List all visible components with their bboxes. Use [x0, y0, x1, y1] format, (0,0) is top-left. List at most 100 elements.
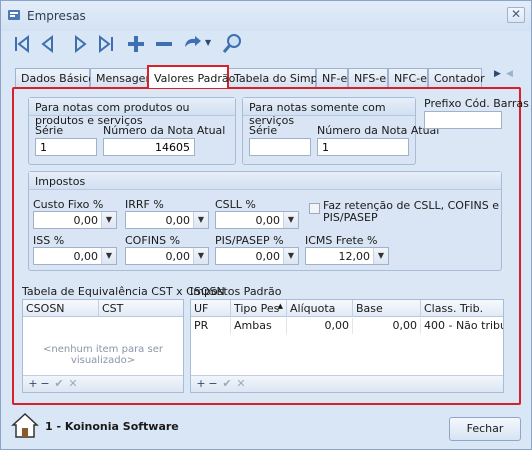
- column-header-csosn[interactable]: CSOSN: [23, 300, 99, 317]
- nav-remove-icon[interactable]: −: [207, 377, 219, 391]
- search-icon[interactable]: [221, 33, 243, 55]
- nav-add-icon[interactable]: +: [27, 377, 39, 391]
- cell-uf: PR: [191, 318, 231, 334]
- tipo-pes-label: Tipo Pes: [234, 302, 280, 315]
- dropdown-icon[interactable]: ▼: [283, 212, 298, 228]
- barcode-input[interactable]: [424, 111, 502, 129]
- cst-table-nav: + − ✔ ✕: [23, 375, 183, 392]
- valores-padrao-panel: Para notas com produtos ou produtos e se…: [12, 87, 529, 405]
- cst-table-header: CSOSN CST: [23, 300, 183, 317]
- undo-dropdown-icon[interactable]: ▼: [205, 38, 211, 47]
- custo-fixo-spin[interactable]: 0,00 ▼: [33, 211, 117, 229]
- cell-base: 0,00: [353, 318, 421, 334]
- dropdown-icon[interactable]: ▼: [101, 212, 116, 228]
- tab-mensagens[interactable]: Mensagens: [90, 68, 158, 87]
- fechar-button[interactable]: Fechar: [449, 417, 521, 441]
- products-numero-input[interactable]: [103, 138, 195, 156]
- last-icon[interactable]: [95, 33, 117, 55]
- tab-tabela-simples[interactable]: Tabela do Simples: [228, 68, 333, 87]
- impostos-padrao-table: UF Tipo Pes ▲ Alíquota Base Class. Trib. …: [190, 299, 504, 393]
- csll-value: 0,00: [255, 214, 281, 227]
- dropdown-icon[interactable]: ▼: [101, 248, 116, 264]
- retencao-label-2: PIS/PASEP: [323, 211, 378, 224]
- tab-contador[interactable]: Contador: [428, 68, 485, 87]
- cofins-spin[interactable]: 0,00 ▼: [125, 247, 209, 265]
- tab-bar: Dados Básicos Mensagens Valores Padrão T…: [15, 65, 520, 88]
- serie-label: Série: [35, 124, 64, 137]
- pis-spin[interactable]: 0,00 ▼: [215, 247, 299, 265]
- services-group: Para notas somente com serviços Série Nú…: [242, 97, 439, 165]
- column-header-tipo-pes[interactable]: Tipo Pes ▲: [231, 300, 287, 317]
- dropdown-icon[interactable]: ▼: [373, 248, 388, 264]
- nav-cancel-icon[interactable]: ✕: [235, 377, 247, 391]
- irrf-label: IRRF %: [125, 198, 164, 211]
- window-title: Empresas: [27, 9, 86, 23]
- add-icon[interactable]: [125, 33, 147, 55]
- column-header-aliquota[interactable]: Alíquota: [287, 300, 353, 317]
- nav-cancel-icon[interactable]: ✕: [67, 377, 79, 391]
- tab-scroll-left-icon[interactable]: ◀: [506, 69, 513, 79]
- nav-confirm-icon[interactable]: ✔: [221, 377, 233, 391]
- impostos-padrao-nav: + − ✔ ✕: [191, 375, 503, 392]
- tab-nfce[interactable]: NFC-e: [388, 68, 428, 87]
- cofins-label: COFINS %: [125, 234, 181, 247]
- nav-add-icon[interactable]: +: [195, 377, 207, 391]
- tab-nfe[interactable]: NF-e: [316, 68, 348, 87]
- sort-asc-icon: ▲: [277, 302, 283, 310]
- cell-aliquota: 0,00: [287, 318, 353, 334]
- services-serie-label: Série: [249, 124, 278, 137]
- icms-frete-label: ICMS Frete %: [305, 234, 378, 247]
- csll-spin[interactable]: 0,00 ▼: [215, 211, 299, 229]
- services-group-title: Para notas somente com serviços: [243, 98, 415, 127]
- impostos-group-title: Impostos: [29, 172, 501, 190]
- pis-value: 0,00: [255, 250, 281, 263]
- irrf-spin[interactable]: 0,00 ▼: [125, 211, 209, 229]
- dropdown-icon[interactable]: ▼: [283, 248, 298, 264]
- close-window-button[interactable]: ✕: [507, 7, 525, 23]
- services-numero-label: Número da Nota Atual: [317, 124, 440, 137]
- nav-remove-icon[interactable]: −: [39, 377, 51, 391]
- cell-tipo: Ambas: [231, 318, 287, 334]
- custo-fixo-value: 0,00: [73, 214, 99, 227]
- services-serie-input[interactable]: [249, 138, 311, 156]
- iss-value: 0,00: [73, 250, 99, 263]
- tab-nfse[interactable]: NFS-e: [348, 68, 388, 87]
- first-icon[interactable]: [11, 33, 33, 55]
- iss-label: ISS %: [33, 234, 65, 247]
- services-numero-input[interactable]: [317, 138, 409, 156]
- home-icon: [11, 412, 39, 438]
- custo-fixo-label: Custo Fixo %: [33, 198, 104, 211]
- column-header-cst[interactable]: CST: [99, 300, 183, 317]
- iss-spin[interactable]: 0,00 ▼: [33, 247, 117, 265]
- dropdown-icon[interactable]: ▼: [193, 212, 208, 228]
- barcode-label: Prefixo Cód. Barras: [424, 97, 529, 110]
- cst-empty-message: <nenhum item para ser visualizado>: [43, 344, 163, 366]
- undo-icon[interactable]: [181, 33, 203, 55]
- irrf-value: 0,00: [165, 214, 191, 227]
- tab-valores-padrao[interactable]: Valores Padrão: [147, 65, 235, 88]
- products-group-title: Para notas com produtos ou produtos e se…: [29, 98, 235, 127]
- csll-label: CSLL %: [215, 198, 256, 211]
- column-header-base[interactable]: Base: [353, 300, 421, 317]
- title-bar: Empresas ✕: [1, 1, 531, 31]
- app-icon: [8, 10, 20, 20]
- footer: 1 - Koinonia Software Fechar: [1, 407, 531, 449]
- remove-icon[interactable]: [153, 33, 175, 55]
- column-header-uf[interactable]: UF: [191, 300, 231, 317]
- icms-frete-spin[interactable]: 12,00 ▼: [305, 247, 389, 265]
- tab-scroll-right-icon[interactable]: ▶: [494, 69, 501, 79]
- dropdown-icon[interactable]: ▼: [193, 248, 208, 264]
- next-icon[interactable]: [69, 33, 91, 55]
- icms-frete-value: 12,00: [338, 250, 371, 263]
- table-row[interactable]: PR Ambas 0,00 0,00 400 - Não tributada: [191, 318, 503, 334]
- column-header-class-trib[interactable]: Class. Trib.: [421, 300, 503, 317]
- prev-icon[interactable]: [37, 33, 59, 55]
- tab-dados-basicos[interactable]: Dados Básicos: [15, 68, 101, 87]
- products-serie-input[interactable]: [35, 138, 97, 156]
- cell-class-trib: 400 - Não tributada: [424, 319, 503, 332]
- retencao-checkbox[interactable]: [309, 203, 320, 214]
- pis-label: PIS/PASEP %: [215, 234, 284, 247]
- impostos-padrao-header: UF Tipo Pes ▲ Alíquota Base Class. Trib.: [191, 300, 503, 317]
- tab-scroll[interactable]: ▶ ◀: [494, 67, 518, 85]
- nav-confirm-icon[interactable]: ✔: [53, 377, 65, 391]
